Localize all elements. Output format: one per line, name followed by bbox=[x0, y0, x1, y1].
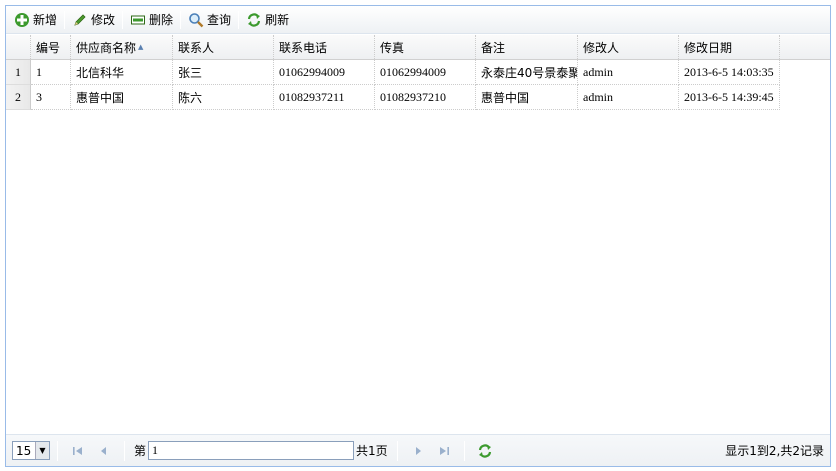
grid-header: 编号 供应商名称 ▲ 联系人 联系电话 传真 备注 修改人 修改日期 bbox=[6, 35, 830, 60]
pager-separator bbox=[57, 440, 58, 461]
cell-phone: 01062994009 bbox=[274, 60, 375, 85]
column-header-contact[interactable]: 联系人 bbox=[173, 35, 274, 59]
pager-separator bbox=[396, 440, 398, 461]
cell-phone: 01082937211 bbox=[274, 85, 375, 110]
cell-date: 2013-6-5 14:03:35 bbox=[679, 60, 780, 85]
column-header-label: 联系电话 bbox=[279, 40, 328, 55]
pager-separator bbox=[124, 440, 125, 461]
cell-contact: 陈六 bbox=[173, 85, 274, 110]
add-icon bbox=[15, 12, 29, 27]
total-pages-label: 共1页 bbox=[356, 444, 388, 458]
column-header-id[interactable]: 编号 bbox=[31, 35, 71, 59]
rownumber-header bbox=[6, 35, 31, 59]
prev-page-icon bbox=[101, 446, 106, 455]
cell-remark: 永泰庄40号景泰聚 bbox=[476, 60, 578, 85]
cell-name: 北信科华 bbox=[71, 60, 173, 85]
column-header-label: 联系人 bbox=[178, 40, 215, 55]
add-label: 新增 bbox=[33, 13, 58, 27]
toolbar: 新增 修改 删除 查询 刷新 bbox=[6, 6, 830, 34]
table-row[interactable]: 2 3 惠普中国 陈六 01082937211 01082937210 惠普中国… bbox=[6, 85, 830, 110]
cell-modifier: admin bbox=[578, 60, 679, 85]
refresh-icon bbox=[478, 443, 491, 458]
data-grid: 编号 供应商名称 ▲ 联系人 联系电话 传真 备注 修改人 修改日期 1 1 北信… bbox=[6, 35, 830, 110]
pagination-bar: 15 ▼ 第 共1页 bbox=[6, 434, 830, 466]
delete-button[interactable]: 删除 bbox=[126, 9, 177, 31]
page-number-input[interactable] bbox=[148, 441, 355, 460]
prev-page-button[interactable] bbox=[95, 442, 113, 460]
table-row[interactable]: 1 1 北信科华 张三 01062994009 01062994009 永泰庄4… bbox=[6, 60, 830, 85]
sort-ascending-icon: ▲ bbox=[138, 43, 144, 51]
supplier-grid-panel: 新增 修改 删除 查询 刷新 编号 供应商名称 ▲ 联系人 联系电话 传真 备注… bbox=[5, 5, 831, 467]
cell-id: 1 bbox=[31, 60, 71, 85]
column-header-name[interactable]: 供应商名称 ▲ bbox=[71, 35, 173, 59]
page-size-value: 15 bbox=[16, 443, 32, 458]
next-page-button[interactable] bbox=[409, 442, 427, 460]
toolbar-separator bbox=[64, 10, 66, 29]
refresh-label: 刷新 bbox=[265, 13, 290, 27]
column-header-remark[interactable]: 备注 bbox=[476, 35, 578, 59]
toolbar-separator bbox=[238, 10, 240, 29]
search-icon bbox=[189, 12, 204, 27]
column-header-fax[interactable]: 传真 bbox=[375, 35, 476, 59]
column-header-label: 修改日期 bbox=[684, 40, 733, 55]
row-number: 2 bbox=[6, 85, 31, 110]
last-page-icon bbox=[439, 446, 449, 455]
column-header-label: 备注 bbox=[481, 40, 506, 55]
column-header-label: 传真 bbox=[380, 40, 405, 55]
cell-modifier: admin bbox=[578, 85, 679, 110]
toolbar-separator bbox=[122, 10, 124, 29]
refresh-icon bbox=[247, 12, 261, 27]
column-header-label: 修改人 bbox=[583, 40, 620, 55]
delete-label: 删除 bbox=[149, 13, 174, 27]
cell-id: 3 bbox=[31, 85, 71, 110]
add-button[interactable]: 新增 bbox=[10, 9, 61, 31]
page-label: 第 bbox=[134, 444, 147, 458]
column-header-phone[interactable]: 联系电话 bbox=[274, 35, 375, 59]
pagination-info: 显示1到2,共2记录 bbox=[725, 444, 824, 458]
search-button[interactable]: 查询 bbox=[184, 9, 235, 31]
cell-contact: 张三 bbox=[173, 60, 274, 85]
edit-button[interactable]: 修改 bbox=[68, 9, 119, 31]
next-page-icon bbox=[415, 446, 421, 455]
first-page-button[interactable] bbox=[69, 442, 87, 460]
cell-name: 惠普中国 bbox=[71, 85, 173, 110]
last-page-button[interactable] bbox=[435, 442, 453, 460]
column-header-label: 编号 bbox=[36, 40, 61, 55]
edit-label: 修改 bbox=[91, 13, 116, 27]
cell-remark: 惠普中国 bbox=[476, 85, 578, 110]
reload-button[interactable] bbox=[476, 442, 494, 460]
chevron-down-icon: ▼ bbox=[35, 442, 49, 459]
column-header-date[interactable]: 修改日期 bbox=[679, 35, 780, 59]
first-page-icon bbox=[73, 446, 82, 455]
row-number: 1 bbox=[6, 60, 31, 85]
cell-fax: 01082937210 bbox=[375, 85, 476, 110]
search-label: 查询 bbox=[207, 13, 232, 27]
pager-separator bbox=[463, 440, 465, 461]
delete-icon bbox=[131, 15, 146, 24]
page-size-select[interactable]: 15 ▼ bbox=[12, 441, 50, 460]
column-header-label: 供应商名称 bbox=[76, 40, 137, 55]
pencil-icon bbox=[74, 13, 86, 26]
toolbar-separator bbox=[180, 10, 182, 29]
cell-date: 2013-6-5 14:39:45 bbox=[679, 85, 780, 110]
refresh-button[interactable]: 刷新 bbox=[242, 9, 293, 31]
column-header-modifier[interactable]: 修改人 bbox=[578, 35, 679, 59]
cell-fax: 01062994009 bbox=[375, 60, 476, 85]
